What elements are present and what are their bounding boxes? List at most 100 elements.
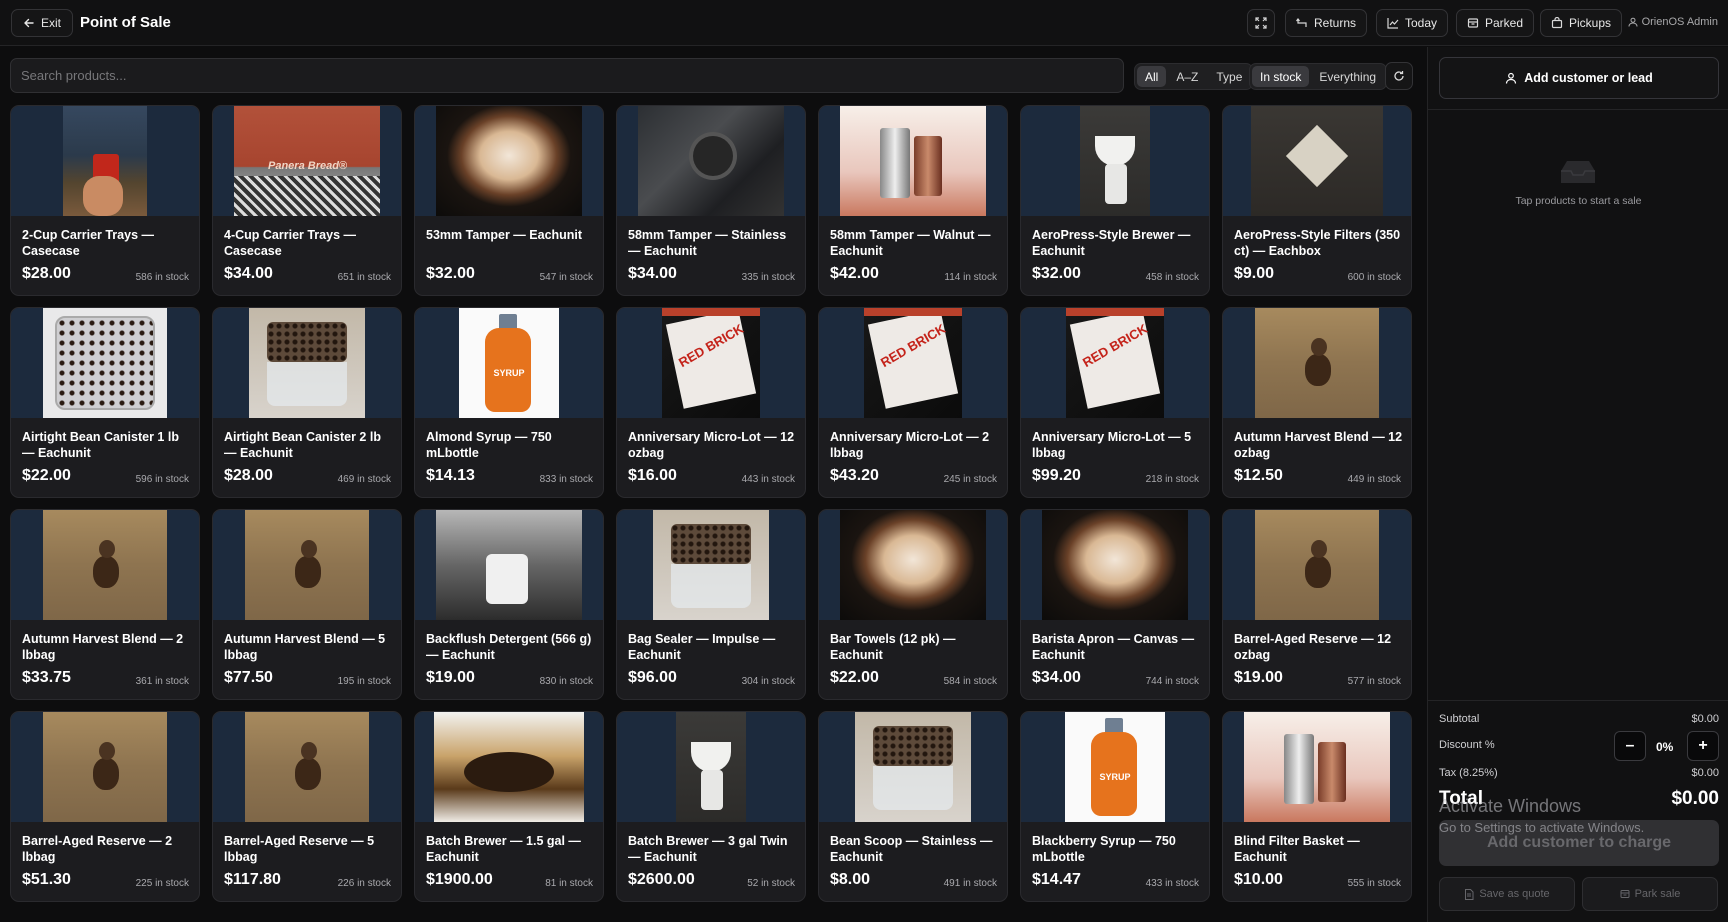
product-price: $32.00 [426, 265, 475, 282]
product-stock: 458 in stock [1145, 272, 1199, 283]
filter-a-z[interactable]: A–Z [1168, 66, 1206, 87]
save-quote-button[interactable]: Save as quote [1439, 877, 1575, 911]
product-card[interactable]: Batch Brewer — 1.5 gal — Eachunit $1900.0… [414, 711, 604, 902]
product-photo [43, 308, 167, 418]
product-photo [43, 510, 167, 620]
charge-button[interactable]: Add customer to charge [1439, 820, 1719, 866]
product-stock: 114 in stock [944, 272, 997, 283]
product-card[interactable]: Bar Towels (12 pk) — Eachunit $22.00 584 i… [818, 509, 1008, 700]
product-card[interactable]: Blind Filter Basket — Eachunit $10.00 555 … [1222, 711, 1412, 902]
product-name: 53mm Tamper — Eachunit [426, 228, 583, 242]
parked-button[interactable]: Parked [1456, 9, 1535, 37]
product-price: $12.50 [1234, 467, 1283, 484]
product-name: Bean Scoop — Stainless — Eachunit [830, 834, 993, 864]
divider [1428, 109, 1728, 110]
product-card[interactable]: 2-Cup Carrier Trays — Casecase $28.00 586 … [10, 105, 200, 296]
product-name: Autumn Harvest Blend — 5 lbbag [224, 632, 386, 662]
product-card[interactable]: Batch Brewer — 3 gal Twin — Eachunit $260… [616, 711, 806, 902]
empty-cart-icon [1555, 157, 1601, 192]
product-name: AeroPress-Style Filters (350 ct) — Eachb… [1234, 228, 1401, 258]
product-card[interactable]: Backflush Detergent (566 g) — Eachunit $1… [414, 509, 604, 700]
product-name: Batch Brewer — 3 gal Twin — Eachunit [628, 834, 788, 864]
product-stock: 218 in stock [1145, 474, 1199, 485]
product-photo [1255, 308, 1379, 418]
product-name: 58mm Tamper — Stainless — Eachunit [628, 228, 787, 258]
product-price: $22.00 [22, 467, 71, 484]
add-customer-label: Add customer or lead [1524, 71, 1653, 85]
add-customer-button[interactable]: Add customer or lead [1439, 57, 1719, 99]
filter-everything[interactable]: Everything [1311, 66, 1384, 87]
product-image-area [11, 510, 199, 620]
product-stock: 433 in stock [1145, 878, 1199, 889]
user-menu[interactable]: OrienOS Admin [1628, 16, 1718, 28]
refresh-button[interactable] [1385, 62, 1413, 90]
product-name: Autumn Harvest Blend — 2 lbbag [22, 632, 184, 662]
fullscreen-button[interactable] [1247, 9, 1275, 37]
product-price: $14.13 [426, 467, 475, 484]
product-image-area: RED BRICK [1021, 308, 1209, 418]
exit-button[interactable]: Exit [11, 9, 74, 37]
product-price: $77.50 [224, 669, 273, 686]
product-card[interactable]: Autumn Harvest Blend — 2 lbbag $33.75 361 … [10, 509, 200, 700]
product-card[interactable]: Barrel-Aged Reserve — 2 lbbag $51.30 225 i… [10, 711, 200, 902]
product-card[interactable]: 58mm Tamper — Stainless — Eachunit $34.00… [616, 105, 806, 296]
returns-button[interactable]: Returns [1285, 9, 1368, 37]
product-name: AeroPress-Style Brewer — Eachunit [1032, 228, 1191, 258]
product-image-area [819, 510, 1007, 620]
product-card[interactable]: Barrel-Aged Reserve — 5 lbbag $117.80 226 … [212, 711, 402, 902]
product-card[interactable]: Autumn Harvest Blend — 5 lbbag $77.50 195 … [212, 509, 402, 700]
pickups-button[interactable]: Pickups [1540, 9, 1623, 37]
product-price: $16.00 [628, 467, 677, 484]
user-icon [1505, 72, 1517, 84]
product-image-area [1021, 106, 1209, 216]
product-image-area [213, 510, 401, 620]
park-sale-button[interactable]: Park sale [1582, 877, 1718, 911]
product-photo [1255, 510, 1379, 620]
product-card[interactable]: AeroPress-Style Brewer — Eachunit $32.00 4… [1020, 105, 1210, 296]
product-card[interactable]: Bean Scoop — Stainless — Eachunit $8.00 49… [818, 711, 1008, 902]
discount-value: 0% [1656, 740, 1674, 754]
product-card[interactable]: Autumn Harvest Blend — 12 ozbag $12.50 449… [1222, 307, 1412, 498]
product-photo [436, 106, 582, 216]
product-card[interactable]: RED BRICK Anniversary Micro-Lot — 12 ozba… [616, 307, 806, 498]
product-photo [249, 308, 365, 418]
product-stock: 584 in stock [943, 676, 997, 687]
search-input[interactable] [10, 58, 1124, 93]
filter-all[interactable]: All [1137, 66, 1167, 87]
product-price: $28.00 [22, 265, 71, 282]
product-price: $34.00 [224, 265, 273, 282]
product-price: $8.00 [830, 871, 871, 888]
product-card[interactable]: Panera Bread® 4-Cup Carrier Trays — Casec… [212, 105, 402, 296]
product-card[interactable]: 53mm Tamper — Eachunit $32.00 547 in stock [414, 105, 604, 296]
product-stock: 586 in stock [135, 272, 189, 283]
product-photo [1251, 106, 1383, 216]
product-card[interactable]: Bag Sealer — Impulse — Eachunit $96.00 304… [616, 509, 806, 700]
product-card[interactable]: SYRUP Blackberry Syrup — 750 mLbottle $14.… [1020, 711, 1210, 902]
discount-decrease-button[interactable]: – [1614, 731, 1646, 761]
today-button[interactable]: Today [1376, 9, 1449, 37]
total-label: Total [1439, 788, 1483, 809]
product-card[interactable]: RED BRICK Anniversary Micro-Lot — 2 lbbag… [818, 307, 1008, 498]
product-card[interactable]: Airtight Bean Canister 1 lb — Eachunit $2… [10, 307, 200, 498]
discount-increase-button[interactable]: + [1687, 731, 1719, 761]
return-icon [1296, 17, 1308, 29]
product-stock: 449 in stock [1347, 474, 1401, 485]
filter-type[interactable]: Type [1208, 66, 1250, 87]
product-card[interactable]: AeroPress-Style Filters (350 ct) — Eachb… [1222, 105, 1412, 296]
product-name: Bag Sealer — Impulse — Eachunit [628, 632, 776, 662]
product-card[interactable]: Barista Apron — Canvas — Eachunit $34.00 7… [1020, 509, 1210, 700]
product-image-area [819, 106, 1007, 216]
product-card[interactable]: Airtight Bean Canister 2 lb — Eachunit $2… [212, 307, 402, 498]
product-image-area [617, 106, 805, 216]
product-grid: 2-Cup Carrier Trays — Casecase $28.00 586 … [10, 105, 1412, 902]
product-image-area: SYRUP [415, 308, 603, 418]
product-card[interactable]: RED BRICK Anniversary Micro-Lot — 5 lbbag… [1020, 307, 1210, 498]
product-image-area [11, 712, 199, 822]
product-card[interactable]: 58mm Tamper — Walnut — Eachunit $42.00 114… [818, 105, 1008, 296]
product-card[interactable]: SYRUP Almond Syrup — 750 mLbottle $14.13 83… [414, 307, 604, 498]
product-photo [1080, 106, 1150, 216]
product-name: 4-Cup Carrier Trays — Casecase [224, 228, 356, 258]
product-name: Anniversary Micro-Lot — 12 ozbag [628, 430, 795, 460]
filter-in-stock[interactable]: In stock [1252, 66, 1310, 87]
product-card[interactable]: Barrel-Aged Reserve — 12 ozbag $19.00 577 … [1222, 509, 1412, 700]
